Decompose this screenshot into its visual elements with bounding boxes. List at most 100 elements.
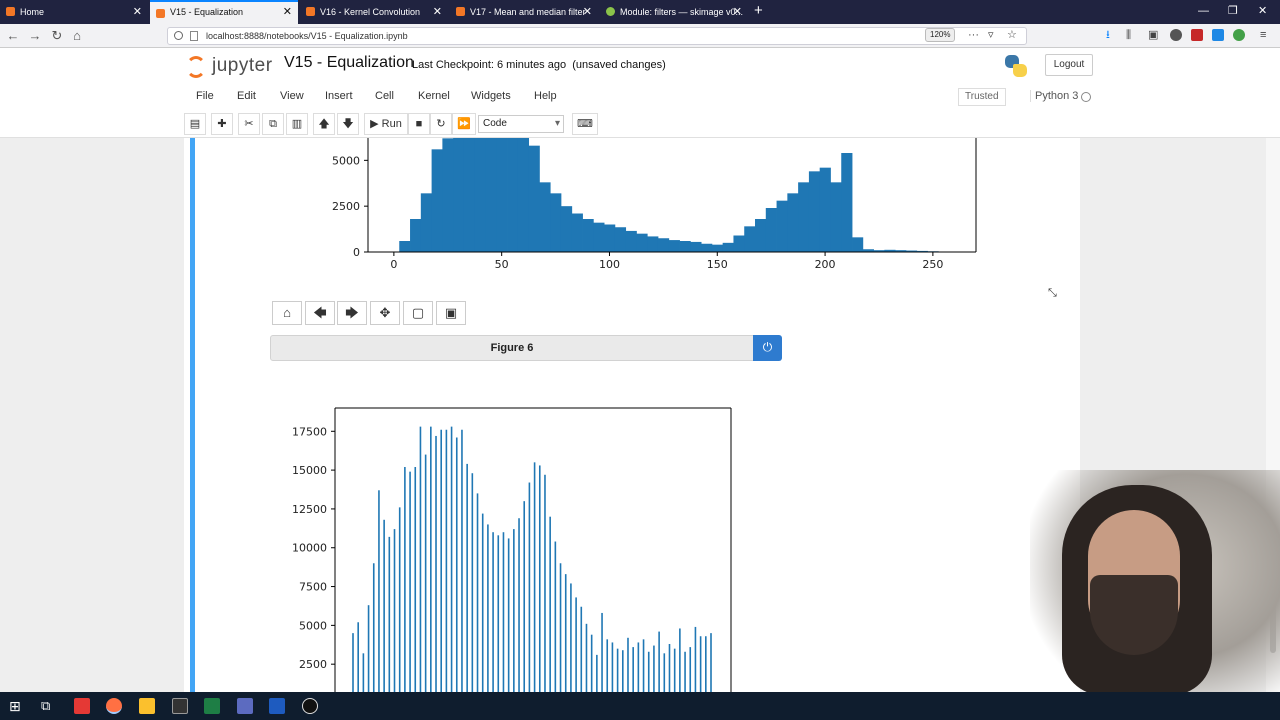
histogram-bar [570, 583, 572, 692]
close-icon[interactable]: ✕ [433, 0, 442, 24]
notebook-title[interactable]: V15 - Equalization [284, 54, 414, 72]
word-icon[interactable] [269, 698, 285, 714]
pocket-icon[interactable]: ▿ [988, 27, 994, 43]
histogram-bar [642, 639, 645, 692]
reload-icon[interactable]: ↻ [48, 27, 66, 45]
close-icon[interactable]: ✕ [133, 0, 142, 24]
extension-icon[interactable] [1212, 29, 1224, 41]
file-explorer-icon[interactable] [139, 698, 155, 714]
tab-home[interactable]: Home ✕ [0, 0, 148, 24]
move-down-icon[interactable]: 🡇 [337, 113, 359, 135]
restore-button[interactable]: ❐ [1228, 0, 1238, 22]
task-view-icon[interactable]: ⧉ [41, 698, 50, 714]
menu-edit[interactable]: Edit [237, 90, 256, 102]
close-icon[interactable]: ✕ [733, 0, 742, 24]
restart-icon[interactable]: ↻ [430, 113, 452, 135]
excel-icon[interactable] [204, 698, 220, 714]
y-tick-label: 12500 [292, 503, 327, 516]
tab-skimage-filters[interactable]: Module: filters — skimage v0... ✕ [600, 0, 748, 24]
forward-arrow-icon[interactable]: 🡆 [337, 301, 367, 325]
zoom-rect-icon[interactable]: ▢ [403, 301, 433, 325]
account-icon[interactable] [1170, 29, 1182, 41]
minimize-button[interactable]: — [1198, 0, 1209, 22]
back-arrow-icon[interactable]: 🡄 [305, 301, 335, 325]
paste-icon[interactable]: ▥ [286, 113, 308, 135]
logout-button[interactable]: Logout [1045, 54, 1093, 76]
close-icon[interactable]: ✕ [283, 2, 292, 23]
tab-v15-equalization[interactable]: V15 - Equalization ✕ [150, 0, 298, 24]
teams-icon[interactable] [237, 698, 253, 714]
cell-type-select[interactable]: Code [478, 115, 564, 133]
run-button[interactable]: ▶ Run [364, 113, 408, 135]
menu-view[interactable]: View [280, 90, 304, 102]
menu-widgets[interactable]: Widgets [471, 90, 511, 102]
extension-check-icon[interactable] [1233, 29, 1245, 41]
menu-help[interactable]: Help [534, 90, 557, 102]
histogram-bar [673, 648, 676, 692]
page-actions-icon[interactable]: ··· [968, 27, 979, 43]
histogram-bar [571, 213, 583, 252]
move-up-icon[interactable]: 🡅 [313, 113, 335, 135]
histogram-bar [502, 532, 505, 692]
windows-start-icon[interactable]: ⊞ [9, 698, 21, 714]
bookmark-star-icon[interactable]: ☆ [1007, 27, 1017, 43]
home-page-icon[interactable]: ⌂ [68, 27, 86, 45]
keyboard-icon[interactable]: ⌨ [572, 113, 598, 135]
home-icon[interactable]: ⌂ [272, 301, 302, 325]
trusted-badge[interactable]: Trusted [958, 88, 1006, 106]
new-tab-button[interactable]: + [754, 0, 763, 22]
back-icon[interactable]: ← [4, 27, 22, 45]
menu-hamburger-icon[interactable]: ≡ [1260, 27, 1266, 43]
zoom-level[interactable]: 120% [925, 28, 956, 42]
save-icon[interactable]: ▤ [184, 113, 206, 135]
terminal-icon[interactable] [172, 698, 188, 714]
ublock-icon[interactable] [1191, 29, 1203, 41]
url-bar[interactable]: localhost:8888/notebooks/V15 - Equalizat… [167, 27, 1027, 45]
histogram-bar [755, 219, 767, 252]
downloads-icon[interactable]: ⭳ [1106, 27, 1110, 43]
interrupt-icon[interactable]: ■ [408, 113, 430, 135]
menu-insert[interactable]: Insert [325, 90, 353, 102]
obs-icon[interactable] [302, 698, 318, 714]
histogram-bar [744, 226, 756, 252]
histogram-bar [722, 242, 734, 252]
histogram-bar [420, 193, 433, 252]
histogram-bar [616, 648, 619, 692]
checkpoint-text: Last Checkpoint: 6 minutes ago [412, 59, 567, 71]
insert-cell-icon[interactable]: ✚ [211, 113, 233, 135]
menu-kernel[interactable]: Kernel [418, 90, 450, 102]
close-icon[interactable]: ✕ [583, 0, 592, 24]
tab-v16-kernel-convolution[interactable]: V16 - Kernel Convolution ✕ [300, 0, 448, 24]
menu-cell[interactable]: Cell [375, 90, 394, 102]
antivirus-icon[interactable] [74, 698, 90, 714]
pan-icon[interactable]: ✥ [370, 301, 400, 325]
histogram-bar [585, 623, 588, 692]
jupyter-favicon-icon [156, 9, 165, 18]
close-window-button[interactable]: ✕ [1258, 0, 1267, 22]
y-tick-label: 2500 [332, 200, 360, 213]
jupyter-logo[interactable]: jupyter [186, 54, 276, 80]
cut-icon[interactable]: ✂ [238, 113, 260, 135]
histogram-bar [430, 426, 432, 692]
power-icon[interactable]: ⏻ [753, 335, 782, 361]
histogram-bar [507, 138, 519, 252]
histogram-bar [601, 612, 603, 692]
histogram-bar [596, 654, 598, 692]
copy-icon[interactable]: ⧉ [262, 113, 284, 135]
browser-nav-bar: ← → ↻ ⌂ localhost:8888/notebooks/V15 - E… [0, 24, 1280, 48]
restart-run-all-icon[interactable]: ⏩ [452, 113, 476, 135]
library-icon[interactable]: ⫼ [1126, 27, 1131, 43]
menu-file[interactable]: File [196, 90, 214, 102]
x-tick-label: 50 [495, 258, 509, 271]
kernel-name[interactable]: Python 3 [1030, 90, 1078, 102]
histogram-bar [819, 167, 831, 252]
sidebar-icon[interactable]: ▣ [1148, 27, 1158, 43]
forward-icon[interactable]: → [26, 27, 44, 45]
firefox-icon[interactable] [106, 698, 122, 714]
tab-v17-mean-median[interactable]: V17 - Mean and median filter ✕ [450, 0, 598, 24]
info-icon[interactable] [174, 31, 183, 40]
jupyter-header: jupyter V15 - Equalization Last Checkpoi… [0, 48, 1280, 138]
histogram-bar [689, 647, 692, 692]
save-figure-icon[interactable]: ▣ [436, 301, 466, 325]
tab-title: V15 - Equalization [170, 7, 244, 17]
